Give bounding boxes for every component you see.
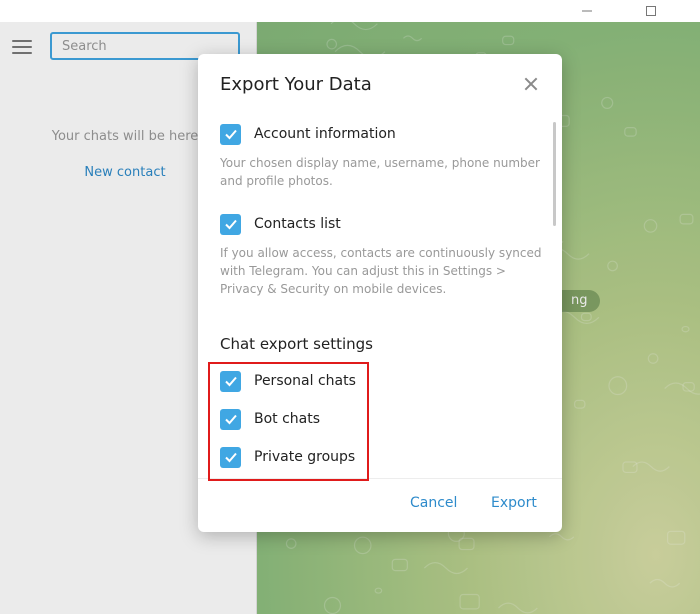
doodle-shape xyxy=(608,376,628,396)
menu-icon[interactable] xyxy=(12,40,34,56)
doodle-shape xyxy=(679,213,694,225)
doodle-shape xyxy=(423,562,468,575)
dialog-footer: Cancel Export xyxy=(198,478,562,532)
check-icon xyxy=(224,219,237,230)
doodle-shape xyxy=(580,312,592,322)
doodle-shape xyxy=(649,578,681,588)
checkbox-checked[interactable] xyxy=(220,213,241,235)
option-label: Account information xyxy=(254,126,396,142)
doodle-shape xyxy=(326,38,338,50)
option-contacts-list[interactable]: Contacts list xyxy=(220,213,341,235)
maximize-icon xyxy=(646,6,656,16)
minimize-button[interactable] xyxy=(564,0,610,22)
doodle-shape xyxy=(622,461,638,474)
highlight-annotation-box xyxy=(208,362,369,481)
doodle-shape xyxy=(459,593,480,610)
checkbox-checked[interactable] xyxy=(220,123,241,145)
doodle-shape xyxy=(643,219,658,233)
doodle-shape xyxy=(607,260,618,272)
option-label: Contacts list xyxy=(254,216,341,232)
doodle-shape xyxy=(666,530,686,545)
dialog-scrollbar[interactable] xyxy=(553,122,556,226)
close-icon[interactable] xyxy=(520,74,542,96)
export-button[interactable]: Export xyxy=(491,495,537,511)
doodle-shape xyxy=(632,461,670,472)
doodle-shape xyxy=(323,596,342,614)
doodle-shape xyxy=(601,96,614,109)
doodle-shape xyxy=(285,538,297,549)
doodle-shape xyxy=(330,22,378,31)
doodle-shape xyxy=(574,399,586,409)
doodle-shape xyxy=(374,587,383,594)
doodle-shape xyxy=(681,325,690,333)
dialog-title: Export Your Data xyxy=(220,74,372,95)
doodle-shape xyxy=(498,602,538,614)
check-icon xyxy=(224,129,237,140)
minimize-icon xyxy=(582,10,592,12)
option-description: If you allow access, contacts are contin… xyxy=(220,246,542,296)
option-description: Your chosen display name, username, phon… xyxy=(220,156,540,188)
doodle-shape xyxy=(502,35,515,46)
section-title: Chat export settings xyxy=(220,335,373,353)
window-titlebar xyxy=(0,0,700,22)
option-account-information[interactable]: Account information xyxy=(220,123,396,145)
doodle-shape xyxy=(549,533,575,541)
doodle-shape xyxy=(647,353,659,364)
doodle-shape xyxy=(403,35,423,42)
cancel-button[interactable]: Cancel xyxy=(410,495,457,511)
doodle-shape xyxy=(353,536,372,555)
doodle-shape xyxy=(624,127,637,137)
maximize-button[interactable] xyxy=(628,0,674,22)
doodle-shape xyxy=(391,558,408,572)
